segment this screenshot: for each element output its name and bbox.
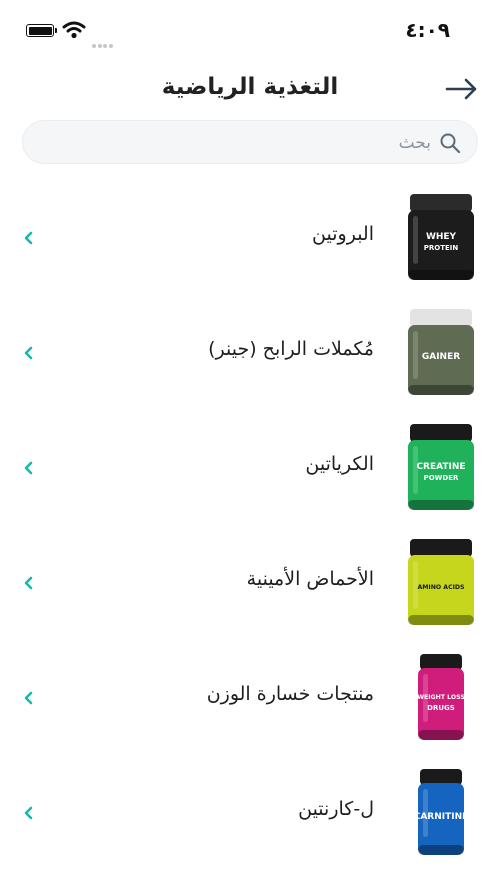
category-list: WHEY PROTEIN البروتين GAINER مُكملات الرابح … <box>0 184 500 874</box>
product-label-text: CARNITINE <box>414 812 469 822</box>
product-jar-image: WHEY PROTEIN <box>408 194 474 280</box>
category-label: ل-كارنتين <box>298 798 374 820</box>
category-label: البروتين <box>312 223 374 245</box>
search-bar[interactable] <box>22 120 478 164</box>
category-label: منتجات خسارة الوزن <box>206 683 374 705</box>
product-label-text: WEIGHT LOSS <box>417 694 465 701</box>
chevron-left-icon[interactable] <box>20 229 38 247</box>
category-item[interactable]: CREATINE POWDER الكرياتين <box>0 414 500 529</box>
product-jar-image: CREATINE POWDER <box>408 424 474 510</box>
category-label: مُكملات الرابح (جينر) <box>208 338 374 360</box>
search-input[interactable] <box>41 129 433 157</box>
status-bar: ٤:٠٩ <box>0 0 500 60</box>
wifi-icon <box>62 21 86 39</box>
category-label: الكرياتين <box>305 453 374 475</box>
category-label: الأحماض الأمينية <box>246 568 374 590</box>
product-jar-image: WEIGHT LOSS DRUGS <box>417 654 465 740</box>
category-item[interactable]: WEIGHT LOSS DRUGS منتجات خسارة الوزن <box>0 644 500 759</box>
product-label-text: WHEY <box>426 232 457 242</box>
product-label-text: CREATINE <box>416 462 465 472</box>
product-label-text: AMINO ACIDS <box>417 584 464 591</box>
chevron-left-icon[interactable] <box>20 689 38 707</box>
product-jar-image: AMINO ACIDS <box>408 539 474 625</box>
battery-icon <box>26 24 57 37</box>
status-time: ٤:٠٩ <box>405 18 450 42</box>
chevron-left-icon[interactable] <box>20 344 38 362</box>
category-item[interactable]: GAINER مُكملات الرابح (جينر) <box>0 299 500 414</box>
product-label-text: PROTEIN <box>424 244 459 252</box>
category-item[interactable]: AMINO ACIDS الأحماض الأمينية <box>0 529 500 644</box>
category-item[interactable]: WHEY PROTEIN البروتين <box>0 184 500 299</box>
product-jar-image: GAINER <box>408 309 474 395</box>
chevron-left-icon[interactable] <box>20 459 38 477</box>
product-jar-image: CARNITINE <box>414 769 469 855</box>
category-item[interactable]: CARNITINE ل-كارنتين <box>0 759 500 874</box>
chevron-left-icon[interactable] <box>20 804 38 822</box>
product-label-text: POWDER <box>424 474 459 482</box>
search-icon <box>440 133 461 154</box>
product-label-text: DRUGS <box>427 704 455 712</box>
header: التغذية الرياضية <box>0 60 500 116</box>
product-label-text: GAINER <box>422 352 460 362</box>
chevron-left-icon[interactable] <box>20 574 38 592</box>
page-title: التغذية الرياضية <box>161 74 339 100</box>
signal-icon <box>92 33 116 48</box>
